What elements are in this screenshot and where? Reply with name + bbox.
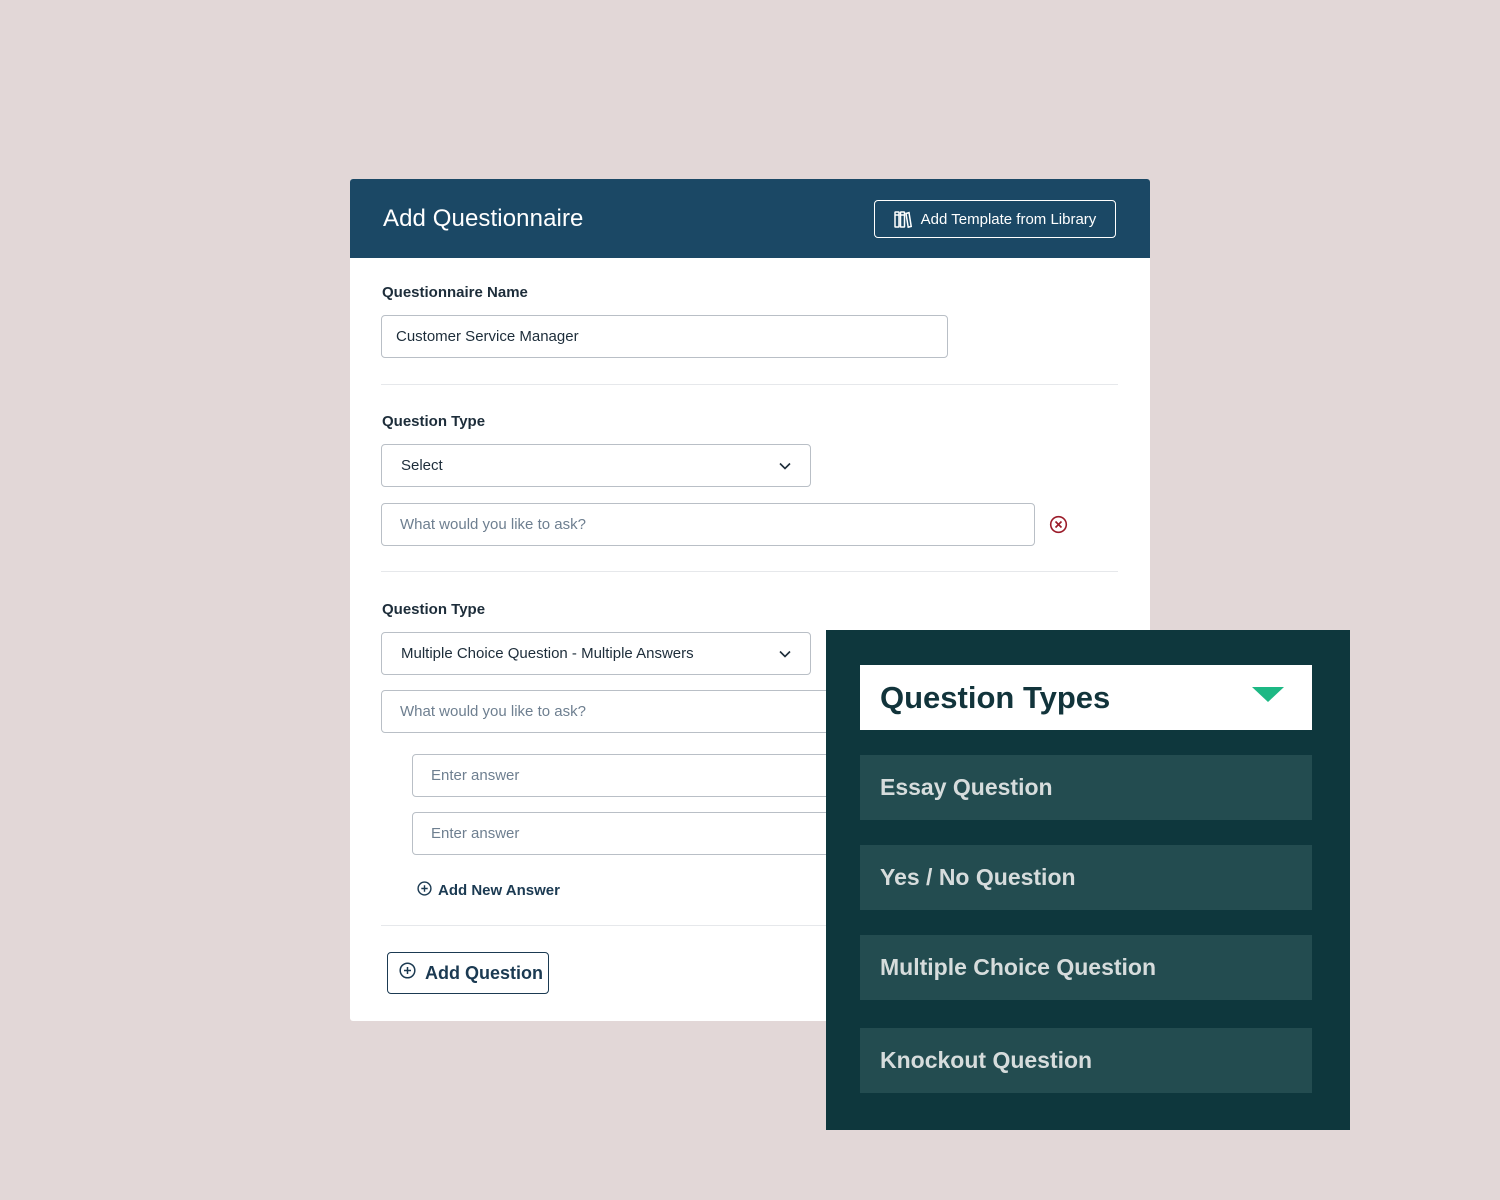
question-type-select[interactable]: Select xyxy=(381,444,811,487)
chevron-down-icon xyxy=(779,457,791,474)
add-question-button[interactable]: Add Question xyxy=(387,952,549,994)
questionnaire-name-label: Questionnaire Name xyxy=(382,284,528,301)
question-types-dropdown[interactable]: Question Types xyxy=(860,665,1312,730)
add-template-button[interactable]: Add Template from Library xyxy=(874,200,1116,238)
question-types-panel: Question Types Essay Question Yes / No Q… xyxy=(826,630,1350,1130)
library-icon xyxy=(893,210,912,228)
question-types-title: Question Types xyxy=(880,679,1111,715)
question-type-value: Multiple Choice Question - Multiple Answ… xyxy=(401,645,694,662)
question-type-label: Question Type xyxy=(382,601,486,618)
card-header: Add Questionnaire Add Template from Libr… xyxy=(350,179,1150,258)
questionnaire-name-input[interactable]: Customer Service Manager xyxy=(381,315,948,358)
question-type-option-multiple-choice[interactable]: Multiple Choice Question xyxy=(860,935,1312,1000)
question-type-value: Select xyxy=(401,457,443,474)
add-new-answer-label: Add New Answer xyxy=(438,882,560,899)
triangle-down-icon xyxy=(1252,687,1284,708)
page-title: Add Questionnaire xyxy=(383,205,584,232)
chevron-down-icon xyxy=(779,645,791,662)
plus-circle-icon xyxy=(417,881,432,900)
question-input[interactable]: What would you like to ask? xyxy=(381,503,1035,546)
question-type-option-yes-no[interactable]: Yes / No Question xyxy=(860,845,1312,910)
plus-circle-icon xyxy=(399,962,416,984)
question-type-option-knockout[interactable]: Knockout Question xyxy=(860,1028,1312,1093)
divider xyxy=(381,571,1118,572)
add-template-label: Add Template from Library xyxy=(920,210,1097,228)
question-type-select[interactable]: Multiple Choice Question - Multiple Answ… xyxy=(381,632,811,675)
divider xyxy=(381,384,1118,385)
add-new-answer-button[interactable]: Add New Answer xyxy=(417,881,560,900)
question-type-option-essay[interactable]: Essay Question xyxy=(860,755,1312,820)
add-question-label: Add Question xyxy=(425,962,543,983)
remove-circle-icon[interactable] xyxy=(1049,515,1068,539)
question-type-label: Question Type xyxy=(382,413,486,430)
